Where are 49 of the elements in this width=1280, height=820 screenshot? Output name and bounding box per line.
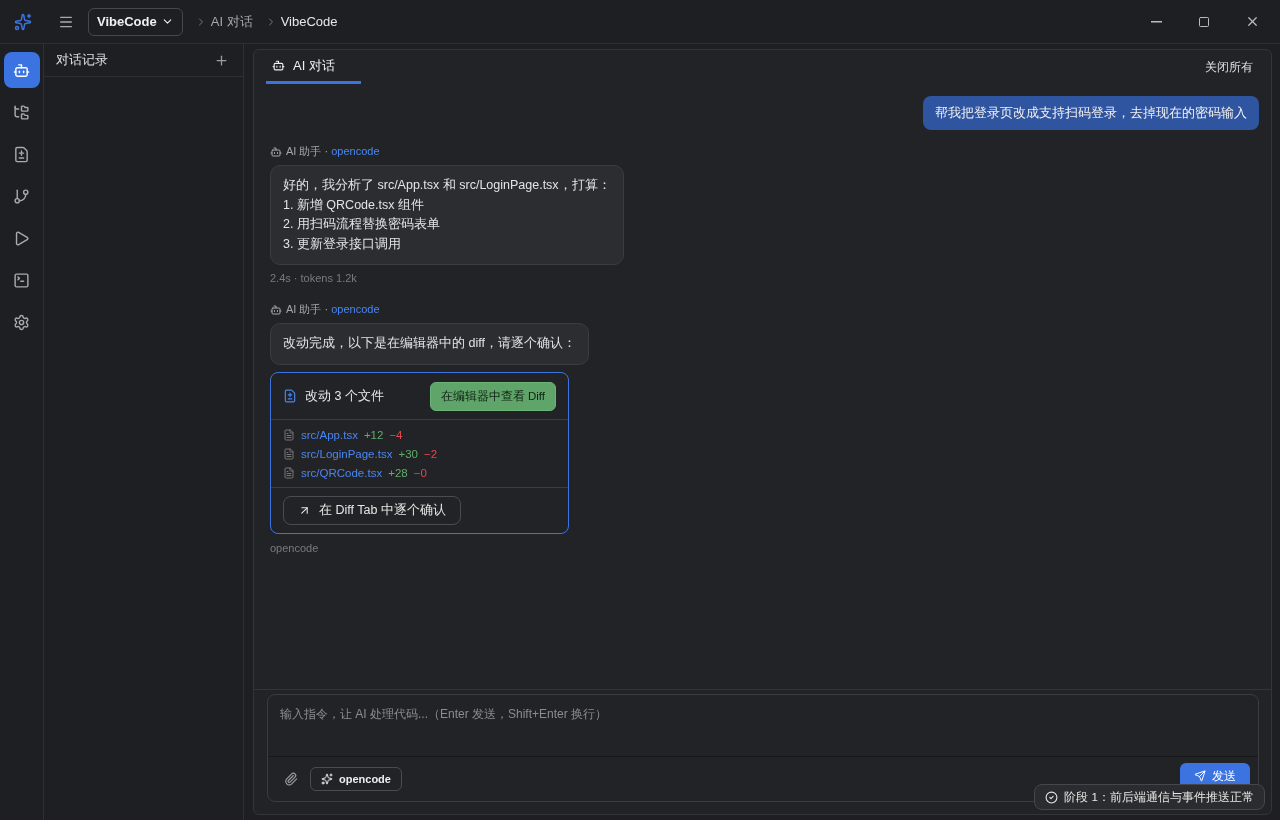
terminal-icon <box>13 271 30 289</box>
chat-tab[interactable]: AI 对话 <box>266 50 361 84</box>
branch-icon <box>13 187 30 205</box>
message-author: AI 助手 · opencode <box>286 144 380 159</box>
user-message: 帮我把登录页改成支持扫码登录，去掉现在的密码输入 <box>923 96 1259 130</box>
close-all-button[interactable]: 关闭所有 <box>1199 57 1259 77</box>
robot-icon <box>13 61 30 79</box>
robot-icon <box>272 59 285 72</box>
breadcrumb[interactable]: AI 对话 <box>210 12 253 31</box>
send-icon <box>1194 770 1206 782</box>
added-count: +12 <box>363 428 384 441</box>
robot-icon <box>270 145 282 158</box>
view-diff-button[interactable]: 在编辑器中查看 Diff <box>429 381 556 411</box>
assistant-message: 改动完成，以下是在编辑器中的 diff，请逐个确认： <box>270 323 589 365</box>
removed-count: −0 <box>413 466 427 479</box>
agent-button[interactable]: opencode <box>310 767 402 791</box>
assistant-message: 好的，我分析了 src/App.tsx 和 src/LoginPage.tsx，打算： 1. 新增 QRCode.tsx 组件 2. 用扫码流程替换密码表单 3. 更新登录接口调用 <box>270 165 624 265</box>
file-icon <box>283 447 295 460</box>
removed-count: −4 <box>389 428 403 441</box>
folder-tree-icon <box>13 103 30 121</box>
file-link[interactable]: src/App.tsx <box>301 428 358 441</box>
paperclip-icon[interactable] <box>282 770 300 788</box>
robot-button[interactable] <box>3 52 40 88</box>
added-count: +30 <box>398 447 418 460</box>
file-link[interactable]: src/QRCode.tsx <box>301 466 383 479</box>
project-dropdown[interactable]: VibeCode <box>88 7 183 36</box>
changes-title: 改动 3 个文件 <box>305 387 385 405</box>
file-diff-icon <box>13 145 30 163</box>
file-diff-icon <box>283 389 297 403</box>
toast-text: 阶段 1：前后端通信与事件推送正常 <box>1064 789 1254 805</box>
confirm-diff-button[interactable]: 在 Diff Tab 中逐个确认 <box>283 495 461 525</box>
message-author: AI 助手 · opencode <box>286 302 380 317</box>
logo-icon <box>14 12 32 31</box>
robot-icon <box>270 303 282 316</box>
maximize-icon <box>1198 15 1210 28</box>
added-count: +28 <box>388 466 408 479</box>
play-icon <box>13 229 30 247</box>
minimize-icon <box>1150 20 1162 23</box>
file-icon <box>283 428 295 441</box>
check-circle-icon <box>1045 790 1059 804</box>
removed-count: −2 <box>423 447 438 460</box>
file-icon <box>283 466 295 479</box>
settings-icon <box>13 313 30 331</box>
file-link[interactable]: src/LoginPage.tsx <box>301 447 393 460</box>
breadcrumb[interactable]: VibeCode <box>280 14 338 29</box>
message-meta: 2.4s · tokens 1.2k <box>270 272 358 284</box>
sparkles-icon <box>321 773 333 785</box>
message-meta: opencode <box>270 541 320 554</box>
sidebar-title: 对话记录 <box>56 51 108 69</box>
